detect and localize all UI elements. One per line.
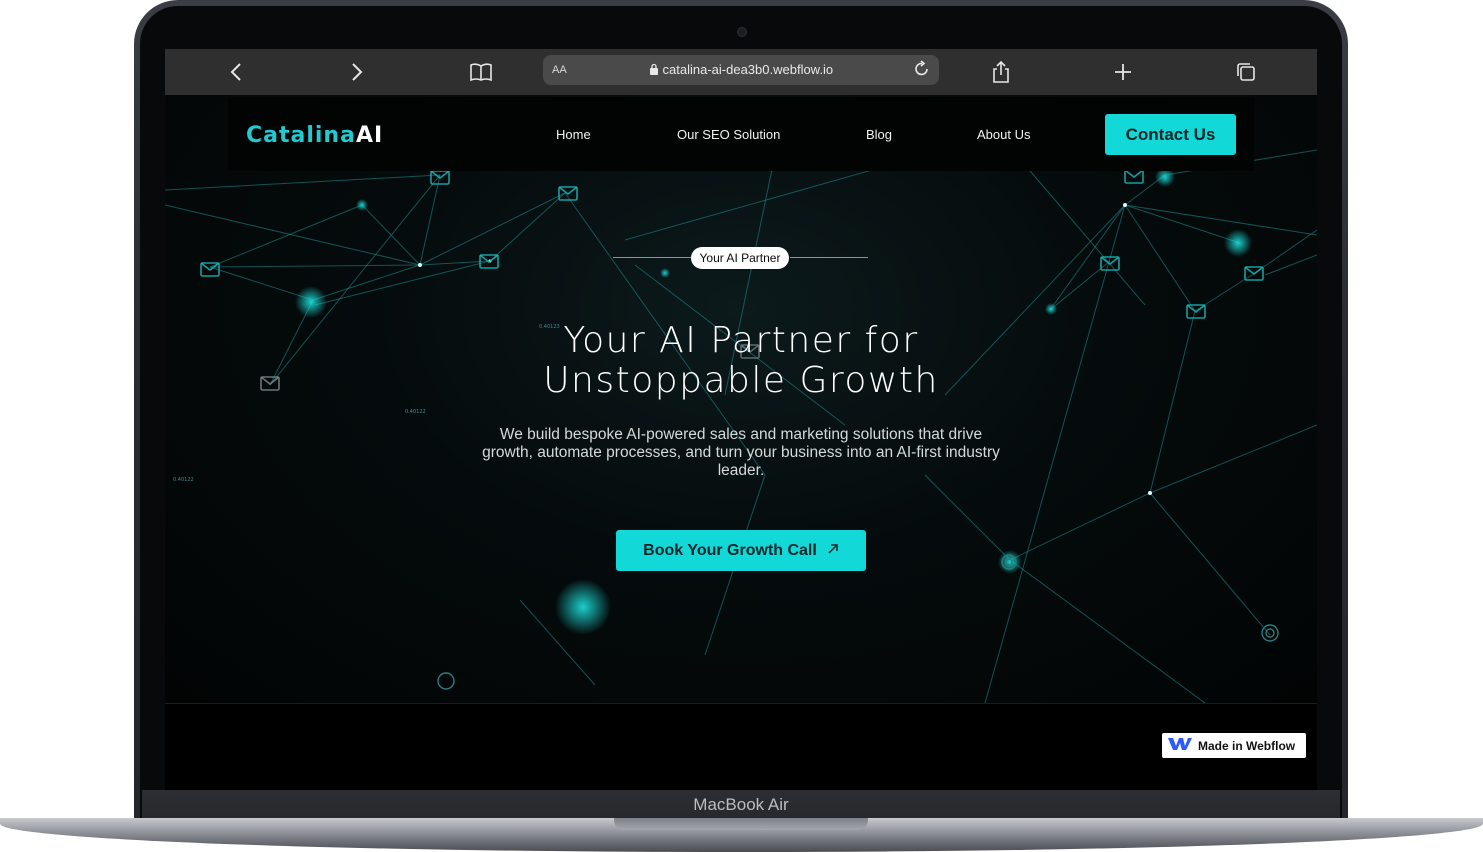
forward-icon[interactable] xyxy=(343,59,371,85)
pill-divider-right xyxy=(790,257,868,258)
cta-label: Book Your Growth Call xyxy=(643,541,817,559)
nav-link-seo-solution[interactable]: Our SEO Solution xyxy=(677,127,780,142)
share-icon[interactable] xyxy=(987,59,1015,85)
tabs-icon[interactable] xyxy=(1232,59,1260,85)
nav-link-blog[interactable]: Blog xyxy=(866,127,892,142)
laptop-notch xyxy=(614,818,868,830)
made-in-webflow-badge[interactable]: Made in Webflow xyxy=(1162,733,1306,758)
headline-line-1: Your AI Partner for xyxy=(563,320,919,361)
book-growth-call-button[interactable]: Book Your Growth Call xyxy=(616,530,866,571)
logo-text-ai: AI xyxy=(355,123,384,148)
camera-icon xyxy=(737,27,747,37)
pill-divider-left xyxy=(613,257,691,258)
hero-subtitle: We build bespoke AI-powered sales and ma… xyxy=(482,426,1000,479)
headline-line-2: Unstoppable Growth xyxy=(543,360,939,401)
address-bar[interactable]: AA catalina-ai-dea3b0.webflow.io xyxy=(543,55,939,85)
nav-link-home[interactable]: Home xyxy=(556,127,591,142)
reload-icon[interactable] xyxy=(911,58,933,80)
lock-icon xyxy=(649,62,663,77)
contact-us-button[interactable]: Contact Us xyxy=(1105,114,1236,155)
webflow-logo-icon xyxy=(1168,736,1192,755)
new-tab-icon[interactable] xyxy=(1109,59,1137,85)
url-text: catalina-ai-dea3b0.webflow.io xyxy=(662,62,834,77)
screen: AA catalina-ai-dea3b0.webflow.io 0.40122… xyxy=(165,49,1317,790)
back-icon[interactable] xyxy=(222,59,250,85)
url-field[interactable]: catalina-ai-dea3b0.webflow.io xyxy=(543,62,939,77)
logo-text: Catalina xyxy=(246,123,356,148)
site-nav: CatalinaAI Home Our SEO Solution Blog Ab… xyxy=(228,97,1254,171)
device-label: MacBook Air xyxy=(693,795,789,814)
arrow-up-right-icon xyxy=(827,542,839,560)
browser-toolbar: AA catalina-ai-dea3b0.webflow.io xyxy=(165,49,1317,95)
brand-logo[interactable]: CatalinaAI xyxy=(246,123,383,148)
background-label: 0.40122 xyxy=(173,477,194,483)
hero-section: 0.40122 0.40122 0.40123 CatalinaAI Home … xyxy=(165,95,1317,703)
section-divider xyxy=(165,703,1317,704)
hero-headline: Your AI Partner for Unstoppable Growth xyxy=(391,321,1091,401)
nav-link-about[interactable]: About Us xyxy=(977,127,1030,142)
bookmarks-icon[interactable] xyxy=(467,59,495,85)
hero-tag: Your AI Partner xyxy=(691,247,789,269)
badge-label: Made in Webflow xyxy=(1198,738,1296,753)
background-label: 0.40122 xyxy=(405,409,426,415)
